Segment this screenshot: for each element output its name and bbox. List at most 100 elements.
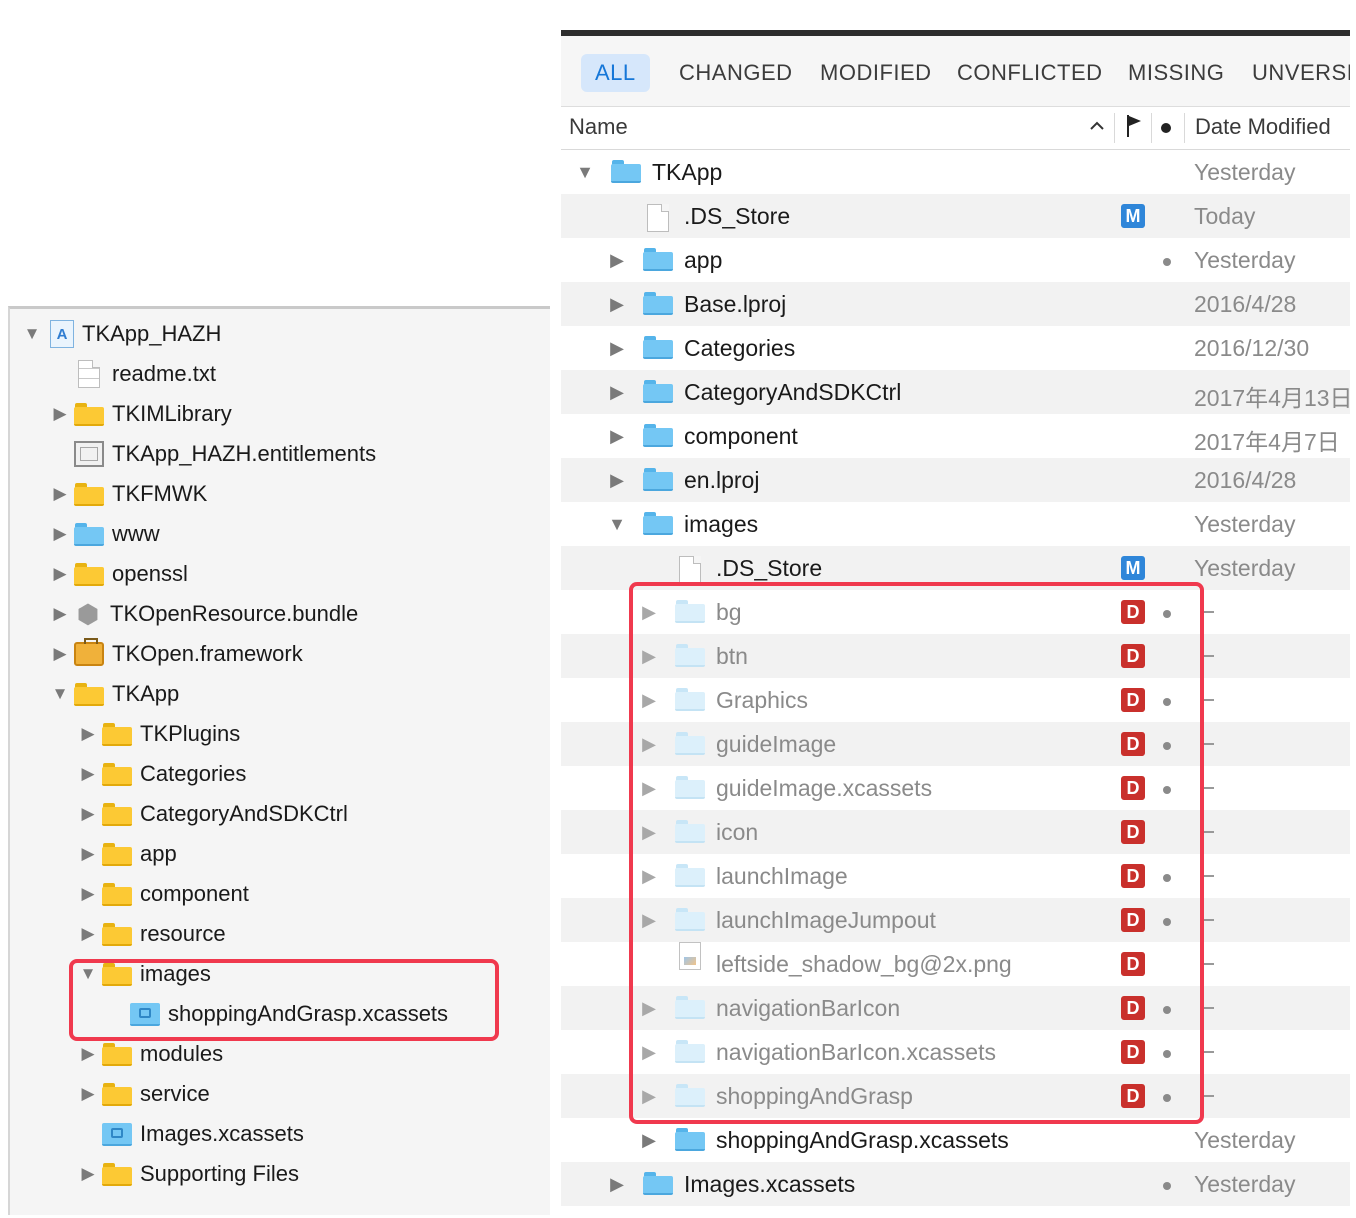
disclosure-expanded-icon[interactable]: ▼ (607, 512, 627, 536)
date-modified: Yesterday (1194, 1127, 1296, 1153)
file-row[interactable]: ▼ TKApp Yesterday (561, 150, 1350, 194)
file-name: component (684, 423, 798, 449)
yellow-folder-icon (74, 682, 104, 706)
navigator-row-label: app (140, 841, 177, 866)
yellow-folder-icon (102, 922, 132, 946)
file-row[interactable]: ▶ Images.xcassets Yesterday (561, 1162, 1350, 1206)
tab-conflicted[interactable]: CONFLICTED (957, 54, 1103, 92)
disclosure-expanded-icon[interactable]: ▼ (22, 324, 42, 344)
yellow-folder-icon (102, 762, 132, 786)
blue-folder-icon (643, 248, 673, 271)
tab-missing[interactable]: MISSING (1128, 54, 1224, 92)
navigator-row-label: TKApp (112, 681, 180, 706)
disclosure-collapsed-icon[interactable]: ▶ (50, 644, 70, 664)
disclosure-collapsed-icon[interactable]: ▶ (78, 1164, 98, 1184)
file-row[interactable]: .DS_Store M Today (561, 194, 1350, 238)
file-row[interactable]: ▶ Categories 2016/12/30 (561, 326, 1350, 370)
blue-folder-icon (643, 512, 673, 535)
file-row[interactable]: ▶ shoppingAndGrasp.xcassets Yesterday (561, 1118, 1350, 1162)
disclosure-collapsed-icon[interactable]: ▶ (78, 1084, 98, 1104)
date-modified: 2016/4/28 (1194, 467, 1297, 493)
navigator-row[interactable]: ▶ Categories (10, 754, 550, 794)
navigator-row[interactable]: ▶ CategoryAndSDKCtrl (10, 794, 550, 834)
column-name[interactable]: Name (569, 114, 628, 140)
disclosure-collapsed-icon[interactable]: ▶ (78, 764, 98, 784)
tab-unversioned[interactable]: UNVERSI (1252, 54, 1350, 92)
yellow-folder-icon (102, 1042, 132, 1066)
disclosure-collapsed-icon[interactable]: ▶ (78, 804, 98, 824)
navigator-row-label: TKFMWK (112, 481, 208, 506)
navigator-row-label: TKOpen.framework (112, 641, 303, 666)
file-row[interactable]: ▼ images Yesterday (561, 502, 1350, 546)
navigator-row[interactable]: ▶ TKFMWK (10, 474, 550, 514)
file-row[interactable]: ▶ app Yesterday (561, 238, 1350, 282)
navigator-row[interactable]: ▼ A TKApp_HAZH (10, 314, 550, 354)
disclosure-expanded-icon[interactable]: ▼ (575, 160, 595, 184)
sort-ascending-icon[interactable] (1088, 115, 1106, 141)
disclosure-collapsed-icon[interactable]: ▶ (607, 1172, 627, 1196)
disclosure-collapsed-icon[interactable]: ▶ (78, 724, 98, 744)
disclosure-collapsed-icon[interactable]: ▶ (639, 1128, 659, 1152)
disclosure-collapsed-icon[interactable]: ▶ (607, 424, 627, 448)
navigator-row[interactable]: ▶ app (10, 834, 550, 874)
disclosure-expanded-icon[interactable]: ▼ (50, 684, 70, 704)
blue-folder-icon (643, 424, 673, 447)
navigator-row-label: openssl (112, 561, 188, 586)
navigator-row[interactable]: ▶ Supporting Files (10, 1154, 550, 1194)
date-modified: 2017年4月13日 (1194, 385, 1350, 411)
navigator-row[interactable]: ▶ www (10, 514, 550, 554)
navigator-row[interactable]: ▶ ⬢ TKOpenResource.bundle (10, 594, 550, 634)
blue-folder-icon (643, 292, 673, 315)
disclosure-collapsed-icon[interactable]: ▶ (50, 404, 70, 424)
blue-folder-icon (611, 160, 641, 183)
file-row[interactable]: ▶ component 2017年4月7日 (561, 414, 1350, 458)
navigator-row[interactable]: ▶ component (10, 874, 550, 914)
tab-all[interactable]: ALL (581, 54, 650, 92)
disclosure-collapsed-icon[interactable]: ▶ (50, 604, 70, 624)
disclosure-collapsed-icon[interactable]: ▶ (607, 336, 627, 360)
file-name: en.lproj (684, 467, 760, 493)
navigator-row-label: resource (140, 921, 226, 946)
tab-changed[interactable]: CHANGED (679, 54, 793, 92)
disclosure-collapsed-icon[interactable]: ▶ (607, 468, 627, 492)
navigator-row-label: CategoryAndSDKCtrl (140, 801, 348, 826)
blank-file-icon (647, 204, 669, 232)
navigator-row-label: service (140, 1081, 210, 1106)
disclosure-collapsed-icon[interactable]: ▶ (50, 564, 70, 584)
disclosure-collapsed-icon[interactable]: ▶ (607, 380, 627, 404)
navigator-row[interactable]: ▶ service (10, 1074, 550, 1114)
navigator-row[interactable]: ▶ TKIMLibrary (10, 394, 550, 434)
framework-icon (74, 638, 104, 666)
flag-icon[interactable] (1125, 113, 1143, 145)
column-date-modified[interactable]: Date Modified (1195, 114, 1331, 140)
disclosure-collapsed-icon[interactable]: ▶ (607, 248, 627, 272)
navigator-row[interactable]: Images.xcassets (10, 1114, 550, 1154)
file-name: images (684, 511, 759, 537)
navigator-row[interactable]: TKApp_HAZH.entitlements (10, 434, 550, 474)
file-row[interactable]: ▶ Base.lproj 2016/4/28 (561, 282, 1350, 326)
file-row[interactable]: ▶ en.lproj 2016/4/28 (561, 458, 1350, 502)
navigator-row[interactable]: ▼ TKApp (10, 674, 550, 714)
disclosure-collapsed-icon[interactable]: ▶ (78, 1044, 98, 1064)
navigator-row[interactable]: ▶ openssl (10, 554, 550, 594)
navigator-row-label: TKOpenResource.bundle (110, 601, 359, 626)
disclosure-collapsed-icon[interactable]: ▶ (78, 844, 98, 864)
disclosure-collapsed-icon[interactable]: ▶ (78, 924, 98, 944)
project-navigator: ▼ A TKApp_HAZH readme.txt ▶ TKIMLibrary TKApp_… (8, 306, 550, 1215)
navigator-row[interactable]: ▶ TKPlugins (10, 714, 550, 754)
disclosure-collapsed-icon[interactable]: ▶ (50, 524, 70, 544)
navigator-row[interactable]: ▶ TKOpen.framework (10, 634, 550, 674)
disclosure-collapsed-icon[interactable]: ▶ (78, 884, 98, 904)
disclosure-collapsed-icon[interactable]: ▶ (50, 484, 70, 504)
navigator-row[interactable]: readme.txt (10, 354, 550, 394)
disclosure-collapsed-icon[interactable]: ▶ (607, 292, 627, 316)
dot-icon[interactable] (1161, 123, 1171, 133)
tab-modified[interactable]: MODIFIED (820, 54, 932, 92)
file-row[interactable]: ▶ CategoryAndSDKCtrl 2017年4月13日 (561, 370, 1350, 414)
blue-folder-icon (643, 380, 673, 403)
highlight-box-images-group (69, 959, 499, 1041)
navigator-row[interactable]: ▶ resource (10, 914, 550, 954)
blank-file-icon (679, 556, 701, 584)
blue-folder-icon (643, 1172, 673, 1195)
